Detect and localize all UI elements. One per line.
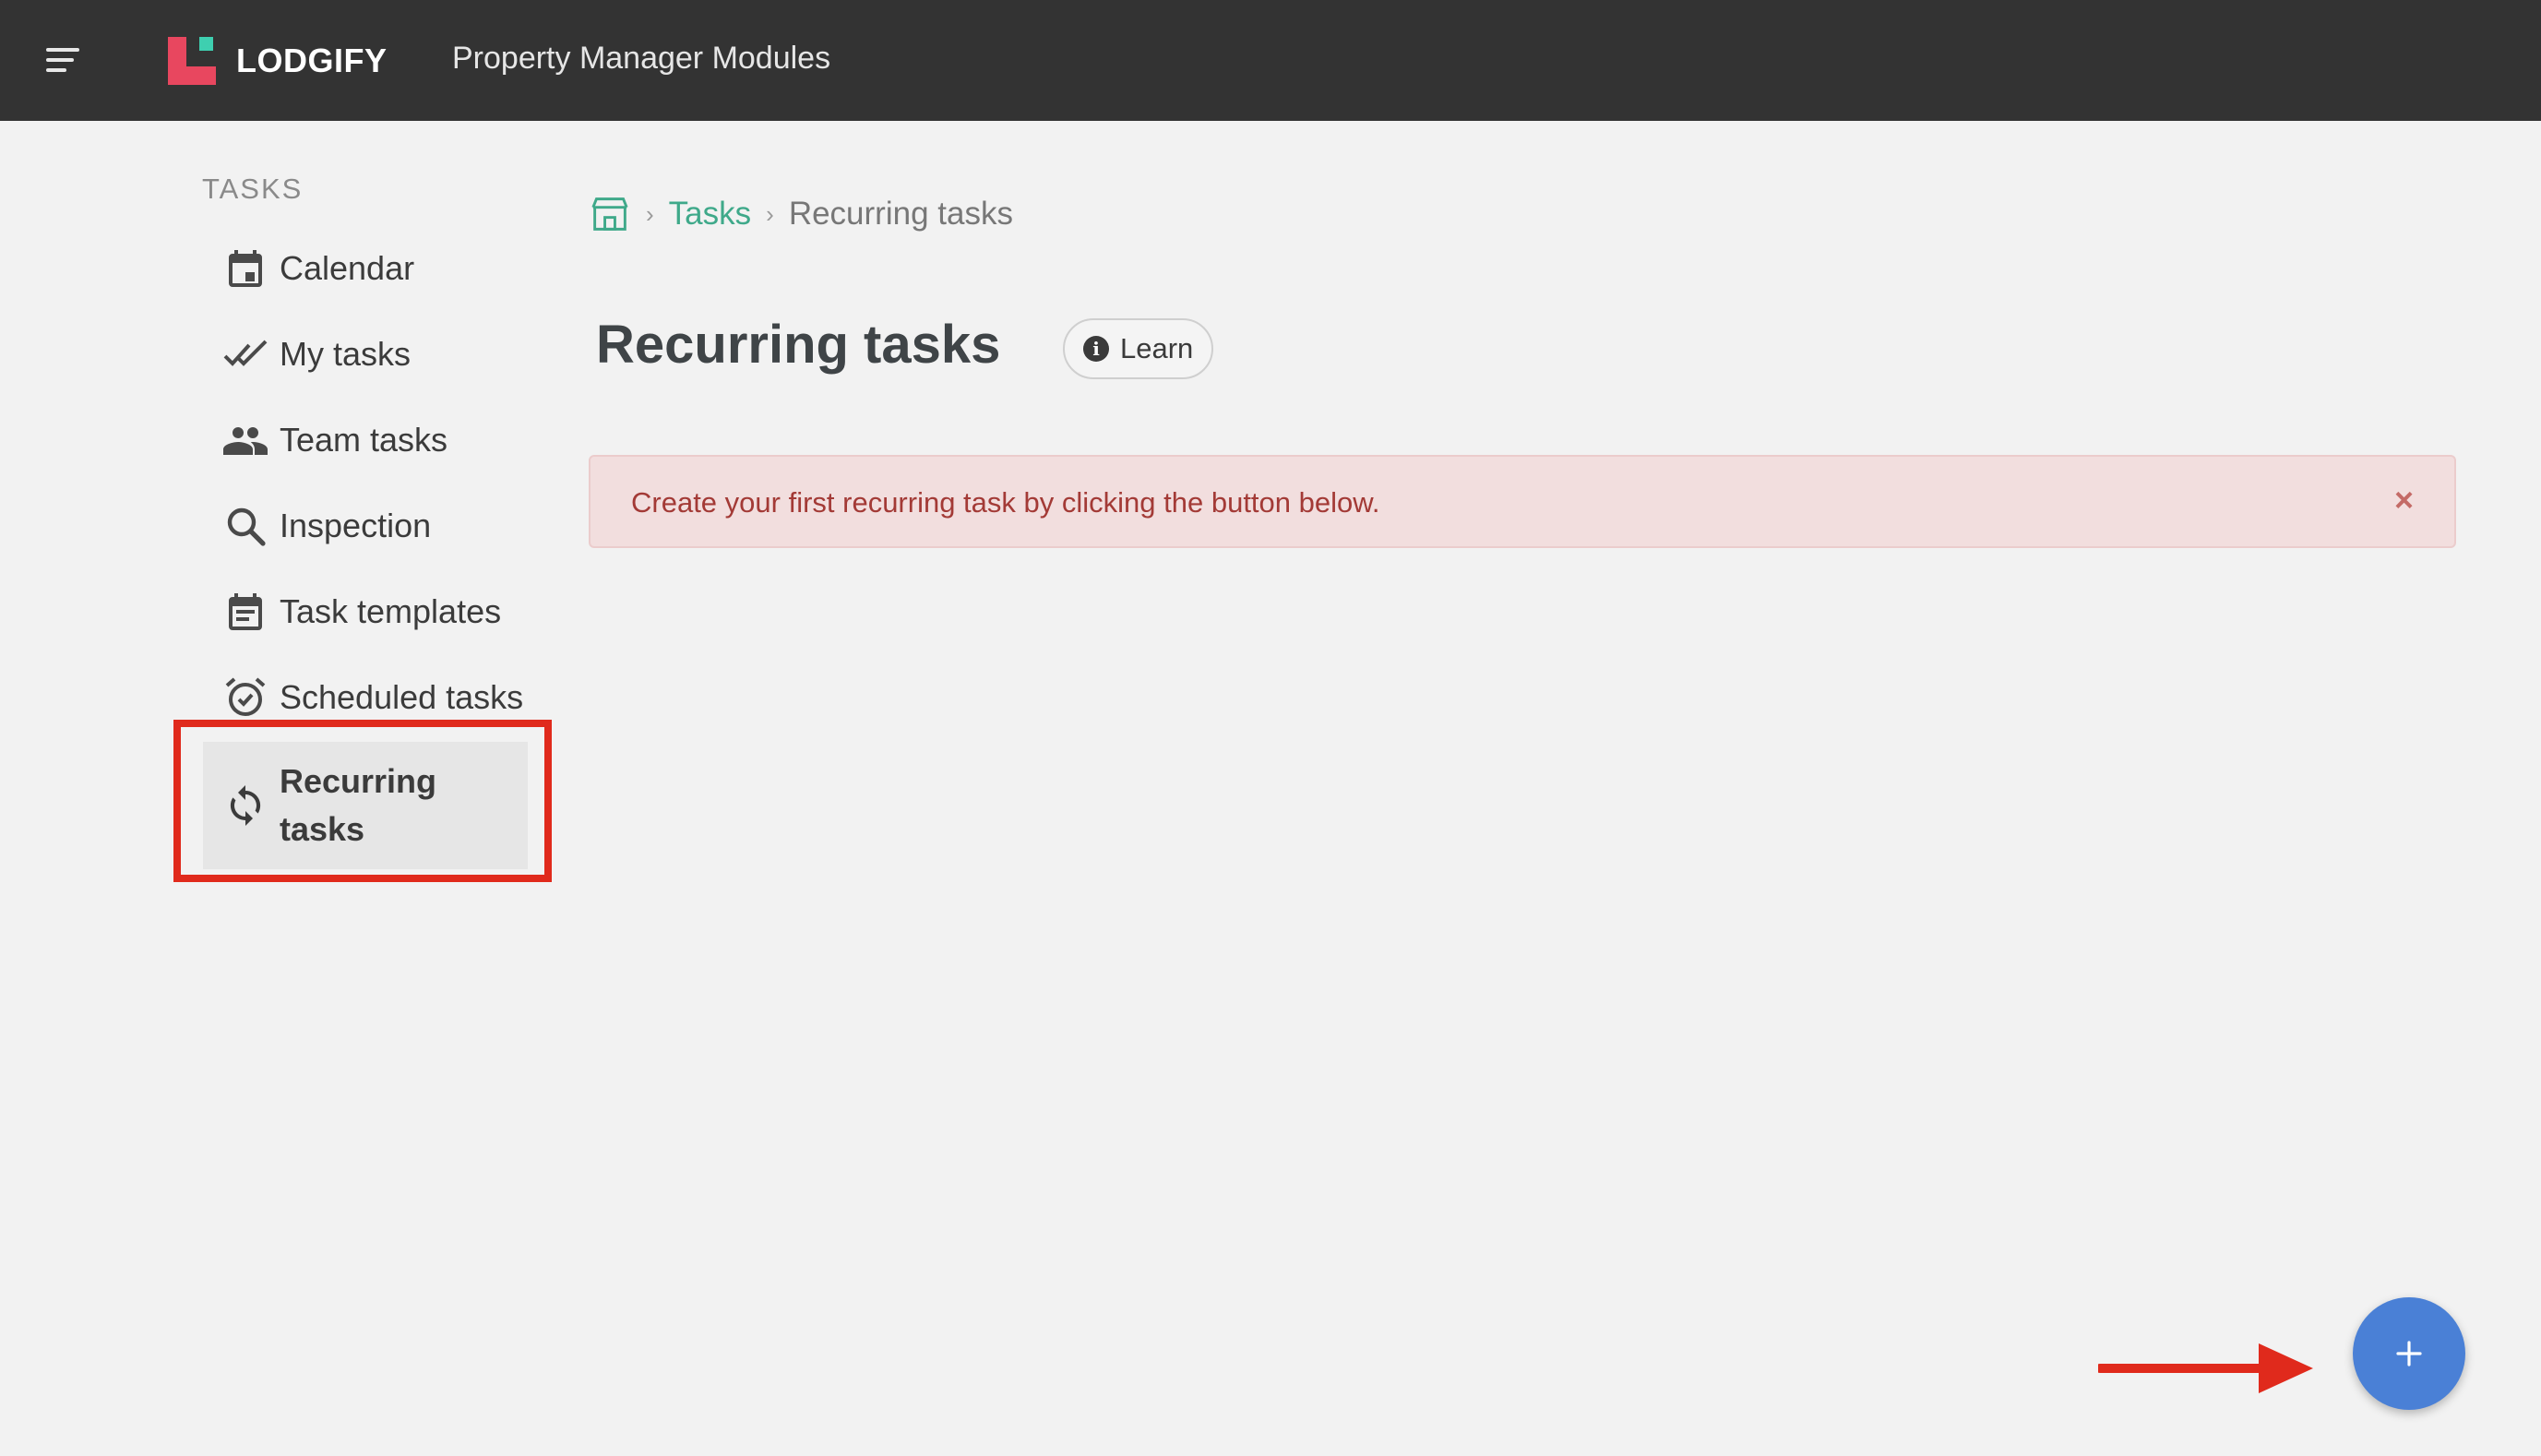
sidebar-item-calendar[interactable]: Calendar (203, 241, 528, 296)
sidebar-item-scheduled-tasks[interactable]: Scheduled tasks (203, 670, 528, 725)
sidebar-item-label: Calendar (280, 249, 415, 287)
add-recurring-task-button[interactable] (2353, 1297, 2465, 1410)
sidebar-item-label: Task templates (280, 592, 502, 630)
sidebar-heading: TASKS (202, 173, 304, 205)
search-icon (227, 507, 266, 546)
sidebar-item-my-tasks[interactable]: My tasks (203, 327, 528, 382)
alarm-icon (225, 677, 266, 716)
annotation-arrow-icon (2098, 1343, 2313, 1393)
alert-message: Create your first recurring task by clic… (631, 486, 1380, 519)
people-icon (223, 427, 268, 455)
info-icon: i (1083, 336, 1109, 362)
sidebar-item-task-templates[interactable]: Task templates (203, 584, 528, 639)
chevron-right-icon: › (646, 199, 654, 228)
sidebar-item-label: My tasks (280, 335, 412, 373)
plus-icon (2396, 1341, 2422, 1366)
app-title: Property Manager Modules (452, 41, 831, 76)
calendar-icon (229, 250, 262, 287)
sidebar-item-inspection[interactable]: Inspection (203, 498, 528, 554)
breadcrumb-link-tasks[interactable]: Tasks (669, 196, 751, 233)
brand-name: LODGIFY (236, 42, 388, 79)
sidebar-item-team-tasks[interactable]: Team tasks (203, 412, 528, 468)
annotation-highlight-box (173, 720, 552, 882)
page-title: Recurring tasks (596, 315, 1001, 375)
breadcrumb-current: Recurring tasks (788, 196, 1013, 232)
info-alert: Create your first recurring task by clic… (589, 455, 2456, 548)
top-bar: LODGIFY Property Manager Modules (0, 0, 2541, 121)
close-icon[interactable]: × (2394, 481, 2414, 519)
learn-button[interactable]: i Learn (1063, 318, 1214, 379)
sidebar-item-label: Scheduled tasks (280, 678, 524, 716)
learn-label: Learn (1120, 332, 1194, 364)
hamburger-menu-icon[interactable] (46, 48, 79, 74)
lodgify-logo[interactable]: LODGIFY (168, 37, 388, 85)
chevron-right-icon: › (766, 199, 774, 228)
double-check-icon (223, 340, 268, 366)
lodgify-logo-mark-icon (168, 37, 216, 85)
sidebar-item-label: Team tasks (280, 421, 448, 459)
breadcrumb: › Tasks › Recurring tasks (589, 196, 1013, 233)
template-icon (229, 593, 262, 630)
sidebar-item-label: Inspection (280, 507, 432, 544)
home-icon[interactable] (589, 196, 631, 233)
